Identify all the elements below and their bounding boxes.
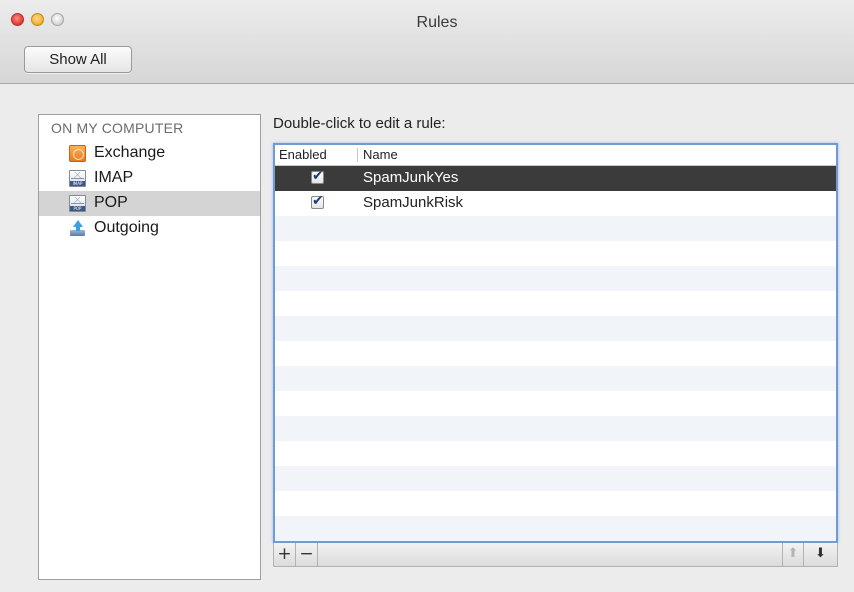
rules-instruction: Double-click to edit a rule: (273, 115, 446, 132)
column-header-enabled[interactable]: Enabled (279, 147, 327, 162)
rules-rows: SpamJunkYes SpamJunkRisk (275, 166, 836, 541)
rule-name: SpamJunkRisk (363, 194, 464, 211)
pop-mail-icon: POP (69, 195, 86, 212)
accounts-sidebar: ON MY COMPUTER Exchange IMAP IMAP POP PO… (38, 114, 261, 580)
empty-row (275, 266, 836, 291)
up-arrow-icon[interactable]: ⬆ (782, 543, 804, 566)
column-header-name[interactable]: Name (363, 147, 398, 162)
rules-window: Rules Show All ON MY COMPUTER Exchange I… (0, 0, 854, 592)
rules-table[interactable]: Enabled Name SpamJunkYes SpamJunkRisk (273, 143, 838, 543)
empty-row (275, 466, 836, 491)
rule-name: SpamJunkYes (363, 169, 459, 186)
add-rule-button[interactable]: + (274, 543, 296, 566)
empty-row (275, 316, 836, 341)
sidebar-item-label: POP (94, 194, 128, 211)
rule-enabled-checkbox[interactable] (311, 168, 324, 184)
title-bar: Rules Show All (0, 0, 854, 84)
outgoing-icon (69, 220, 86, 237)
sidebar-item-imap[interactable]: IMAP IMAP (39, 166, 260, 191)
show-all-button[interactable]: Show All (24, 46, 132, 73)
empty-row (275, 341, 836, 366)
empty-row (275, 416, 836, 441)
empty-row (275, 366, 836, 391)
table-row[interactable]: SpamJunkRisk (275, 191, 836, 216)
down-arrow-icon[interactable]: ⬇ (804, 543, 837, 566)
imap-icon-tag: IMAP (70, 181, 85, 186)
sidebar-item-exchange[interactable]: Exchange (39, 141, 260, 166)
remove-rule-button[interactable]: − (296, 543, 318, 566)
empty-row (275, 491, 836, 516)
empty-row (275, 516, 836, 541)
imap-mail-icon: IMAP (69, 170, 86, 187)
empty-row (275, 391, 836, 416)
empty-row (275, 441, 836, 466)
table-header: Enabled Name (275, 145, 836, 166)
empty-row (275, 216, 836, 241)
empty-row (275, 241, 836, 266)
column-divider (357, 148, 358, 162)
rule-enabled-checkbox[interactable] (311, 193, 324, 209)
sidebar-item-label: Exchange (94, 144, 166, 161)
table-row[interactable]: SpamJunkYes (275, 166, 836, 191)
sidebar-item-label: IMAP (94, 169, 134, 186)
rules-toolbar: + − ⬆ ⬇ (273, 543, 838, 567)
exchange-icon (69, 145, 86, 162)
empty-row (275, 291, 836, 316)
pop-icon-tag: POP (70, 206, 85, 211)
sidebar-item-pop[interactable]: POP POP (39, 191, 260, 216)
sidebar-item-label: Outgoing (94, 219, 159, 236)
window-title: Rules (416, 14, 458, 31)
sidebar-item-outgoing[interactable]: Outgoing (39, 216, 260, 241)
sidebar-heading: ON MY COMPUTER (51, 120, 184, 136)
